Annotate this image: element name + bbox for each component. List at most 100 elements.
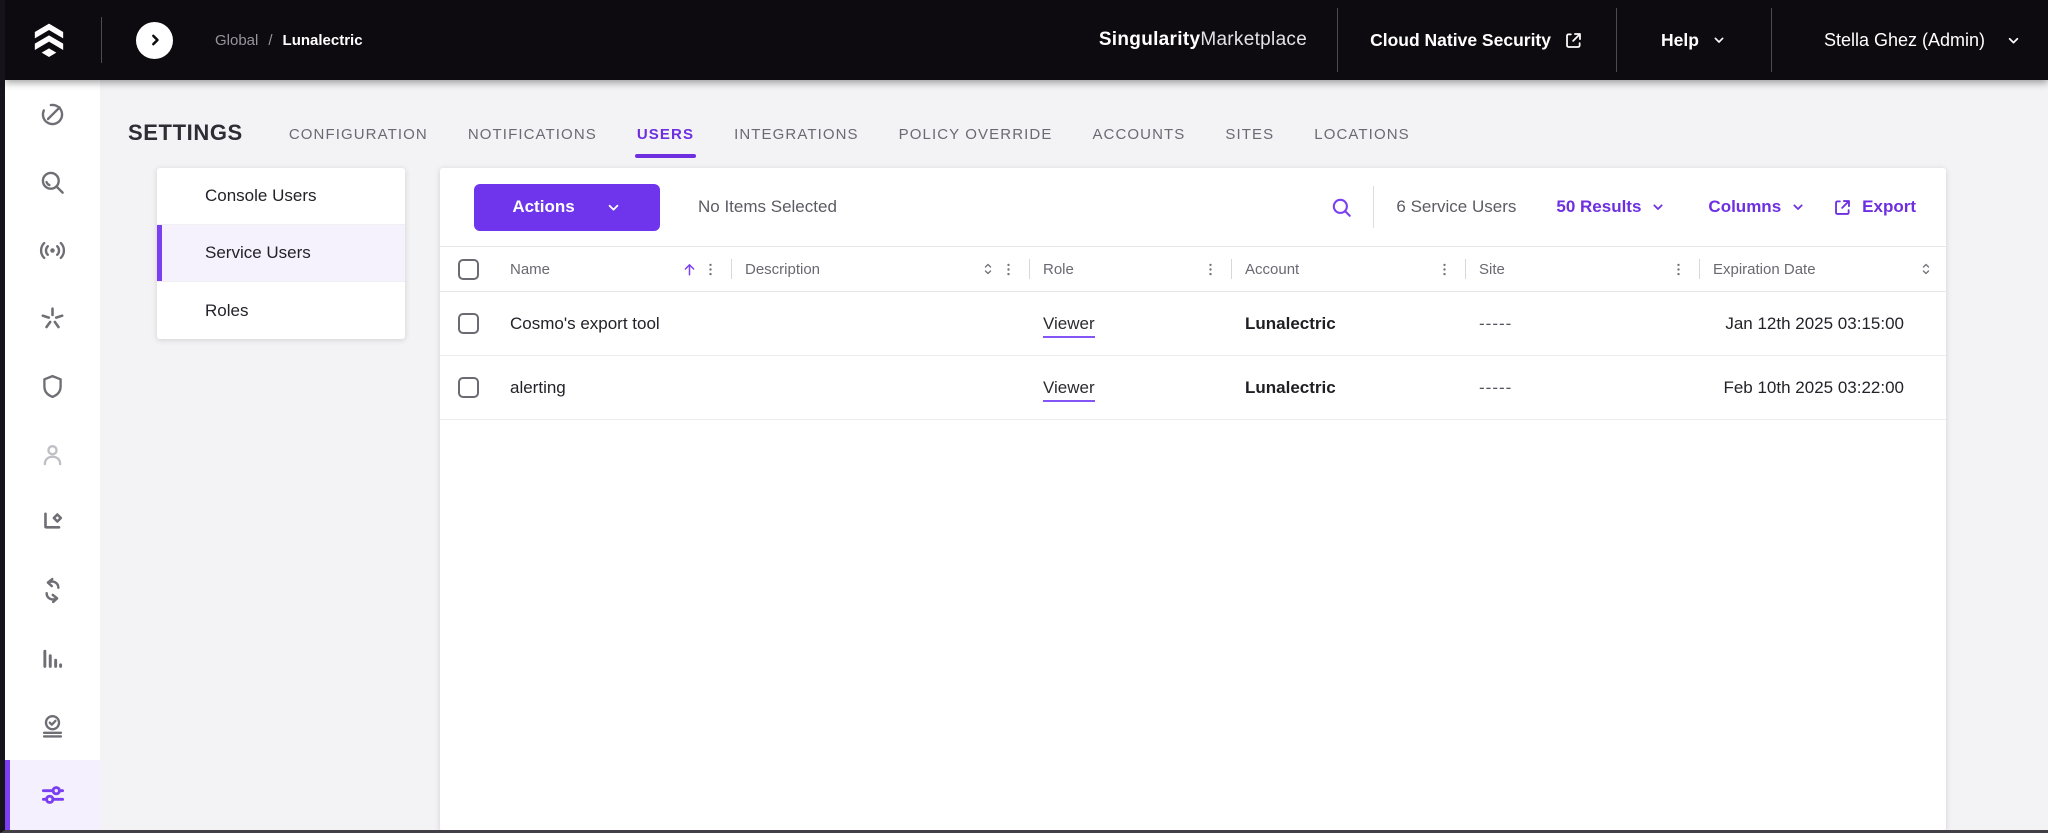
breadcrumb-root[interactable]: Global — [215, 32, 258, 49]
sidebar-item-search[interactable] — [5, 148, 100, 216]
breadcrumb-separator: / — [268, 31, 273, 49]
site-value: ----- — [1479, 313, 1513, 333]
actions-button[interactable]: Actions — [474, 183, 660, 231]
cell-role: Viewer — [1029, 313, 1231, 338]
subnav-item-console-users[interactable]: Console Users — [157, 168, 405, 225]
header-role-label: Role — [1043, 260, 1074, 278]
tab-policy-override[interactable]: POLICY OVERRIDE — [899, 126, 1053, 158]
account-value: Lunalectric — [1245, 377, 1336, 397]
tab-configuration[interactable]: CONFIGURATION — [289, 126, 428, 158]
sidebar-item-policy[interactable] — [5, 488, 100, 556]
sort-toggle-icon[interactable] — [980, 261, 996, 277]
tag-diamond-icon — [44, 511, 63, 529]
column-menu-icon[interactable] — [1436, 261, 1453, 278]
user-menu[interactable]: Stella Ghez (Admin) — [1772, 30, 2048, 51]
tab-sites[interactable]: SITES — [1225, 126, 1274, 158]
sort-ascending-icon[interactable] — [681, 261, 698, 278]
export-icon — [1835, 199, 1851, 215]
brand-secondary: Marketplace — [1200, 29, 1308, 50]
subnav-item-roles[interactable]: Roles — [157, 282, 405, 339]
row-checkbox[interactable] — [457, 377, 479, 398]
header-name[interactable]: Name — [496, 247, 731, 291]
cell-site: ----- — [1465, 314, 1699, 334]
search-icon — [41, 171, 64, 194]
select-all-checkbox[interactable] — [457, 258, 479, 280]
content-area: Console Users Service Users Roles Action… — [100, 168, 2048, 830]
subnav-item-service-users[interactable]: Service Users — [157, 225, 405, 282]
user-label: Stella Ghez (Admin) — [1823, 29, 1985, 50]
cell-expiration: Feb 10th 2025 03:22:00 — [1723, 377, 1904, 397]
selection-status: No Items Selected — [698, 197, 837, 216]
scan-check-icon — [42, 714, 63, 738]
left-nav-sidebar — [5, 80, 100, 830]
header-expiration-date[interactable]: Expiration Date — [1699, 247, 1946, 291]
export-label: Export — [1862, 197, 1916, 216]
cell-account: Lunalectric — [1231, 378, 1465, 398]
sidebar-item-sync[interactable] — [5, 556, 100, 624]
sliders-icon — [41, 786, 64, 804]
column-menu-icon[interactable] — [1202, 261, 1219, 278]
sentinelone-logo[interactable] — [29, 18, 69, 62]
tab-locations[interactable]: LOCATIONS — [1314, 126, 1409, 158]
chevron-right-icon — [151, 34, 159, 46]
scope-expand-button[interactable] — [136, 21, 173, 59]
chevron-down-icon — [1711, 32, 1727, 48]
page-title: SETTINGS — [128, 120, 243, 145]
column-menu-icon[interactable] — [1000, 261, 1017, 278]
brand-wordmark: SingularityMarketplace — [1099, 29, 1307, 51]
sidebar-item-sensors[interactable] — [5, 216, 100, 284]
tab-notifications[interactable]: NOTIFICATIONS — [468, 126, 597, 158]
table-header-row: Name Description Role Account Site Expir… — [440, 246, 1946, 292]
results-per-page-dropdown[interactable]: 50 Results — [1556, 197, 1666, 217]
cell-site: ----- — [1465, 378, 1699, 398]
table-row[interactable]: alerting Viewer Lunalectric ----- Feb 10… — [440, 356, 1946, 420]
sidebar-item-settings[interactable] — [5, 760, 100, 830]
column-menu-icon[interactable] — [1670, 261, 1687, 278]
table-row[interactable]: Cosmo's export tool Viewer Lunalectric -… — [440, 292, 1946, 356]
export-button[interactable]: Export — [1832, 197, 1916, 218]
breadcrumb: Global / Lunalectric — [215, 32, 363, 49]
chevron-down-icon — [608, 204, 618, 211]
sort-toggle-icon[interactable] — [1918, 261, 1934, 277]
sentinelone-logo-icon — [34, 23, 64, 57]
cell-name: alerting — [510, 377, 566, 397]
tab-integrations[interactable]: INTEGRATIONS — [734, 126, 859, 158]
header-account[interactable]: Account — [1231, 247, 1465, 291]
gauge-icon — [41, 103, 64, 125]
tab-users[interactable]: USERS — [634, 126, 697, 158]
tab-accounts[interactable]: ACCOUNTS — [1092, 126, 1185, 158]
sidebar-item-tasks[interactable] — [5, 692, 100, 760]
header-select-all-cell — [440, 247, 496, 291]
sidebar-item-dashboard[interactable] — [5, 80, 100, 148]
row-checkbox[interactable] — [457, 313, 479, 334]
sidebar-item-users[interactable] — [5, 420, 100, 488]
product-link-label: Cloud Native Security — [1370, 29, 1551, 50]
help-menu[interactable]: Help — [1617, 30, 1771, 51]
header-site-label: Site — [1479, 260, 1505, 278]
sidebar-item-protection[interactable] — [5, 352, 100, 420]
columns-dropdown[interactable]: Columns — [1708, 197, 1806, 217]
help-label: Help — [1661, 29, 1699, 50]
shield-icon — [43, 374, 62, 398]
cell-role: Viewer — [1029, 377, 1231, 402]
top-bar: Global / Lunalectric SingularityMarketpl… — [5, 0, 2048, 80]
role-link[interactable]: Viewer — [1043, 377, 1095, 402]
breadcrumb-current[interactable]: Lunalectric — [283, 32, 363, 49]
column-menu-icon[interactable] — [702, 261, 719, 278]
table-toolbar: Actions No Items Selected 6 Service User… — [440, 168, 1946, 246]
star-burst-icon — [41, 306, 64, 328]
product-switcher-link[interactable]: Cloud Native Security — [1338, 30, 1616, 51]
sidebar-item-marketplace[interactable] — [5, 284, 100, 352]
account-value: Lunalectric — [1245, 313, 1336, 333]
user-icon — [43, 444, 62, 465]
search-button[interactable] — [1330, 196, 1353, 219]
header-site[interactable]: Site — [1465, 247, 1699, 291]
users-subnav-card: Console Users Service Users Roles — [157, 168, 405, 339]
header-role[interactable]: Role — [1029, 247, 1231, 291]
service-users-card: Actions No Items Selected 6 Service User… — [440, 168, 1946, 830]
service-users-count: 6 Service Users — [1396, 197, 1517, 216]
toolbar-right-group: 6 Service Users 50 Results Columns Expor… — [1330, 186, 1916, 228]
sidebar-item-reports[interactable] — [5, 624, 100, 692]
header-description[interactable]: Description — [731, 247, 1029, 291]
role-link[interactable]: Viewer — [1043, 313, 1095, 338]
